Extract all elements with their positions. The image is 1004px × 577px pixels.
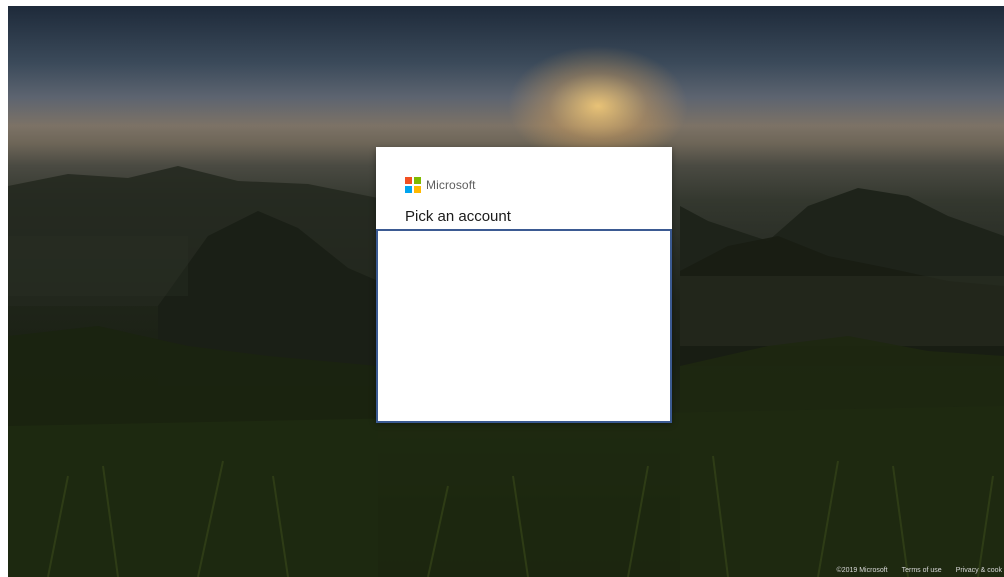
brand-name: Microsoft bbox=[426, 178, 476, 192]
account-list[interactable] bbox=[376, 229, 672, 423]
terms-of-use-link[interactable]: Terms of use bbox=[902, 567, 942, 574]
brand-header: Microsoft bbox=[405, 177, 476, 193]
page-footer: ©2019 Microsoft Terms of use Privacy & c… bbox=[837, 563, 1004, 577]
logo-square-red bbox=[405, 177, 412, 184]
privacy-link[interactable]: Privacy & cook bbox=[956, 567, 1002, 574]
copyright-text: ©2019 Microsoft bbox=[836, 566, 888, 574]
logo-square-yellow bbox=[414, 186, 421, 193]
microsoft-logo-icon bbox=[405, 177, 421, 193]
logo-square-blue bbox=[405, 186, 412, 193]
page-title: Pick an account bbox=[405, 208, 511, 225]
pick-account-dialog: Microsoft Pick an account bbox=[376, 147, 672, 423]
logo-square-green bbox=[414, 177, 421, 184]
